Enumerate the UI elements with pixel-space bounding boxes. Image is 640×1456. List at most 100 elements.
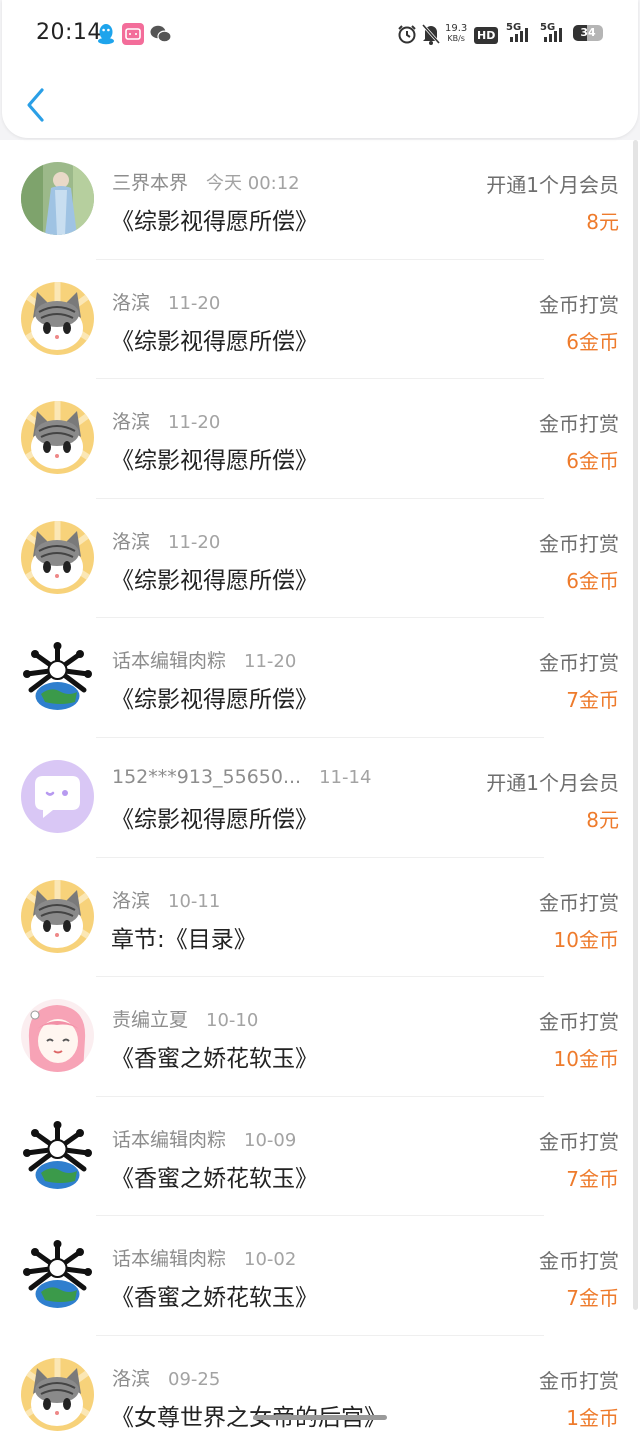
record-type: 金币打赏: [539, 1129, 619, 1154]
user-name-text: 话本编辑肉粽: [112, 1128, 227, 1151]
hd-badge: HD: [474, 24, 499, 44]
record-date: 今天 00:12: [206, 173, 300, 194]
user-name-text: 话本编辑肉粽: [112, 1248, 227, 1271]
user-name: 152***913_55650... 11-14: [112, 766, 371, 788]
record-date: 11-20: [244, 651, 297, 673]
list-item[interactable]: 洛滨 11-20 《综影视得愿所偿》 金币打赏 6金币: [0, 499, 640, 619]
record-list: 三界本界 今天 00:12 《综影视得愿所偿》 开通1个月会员 8元 洛滨 11-20 《综…: [0, 140, 640, 1456]
cat-avatar[interactable]: [21, 1357, 94, 1431]
book-title: 《综影视得愿所偿》: [111, 687, 318, 714]
user-name-text: 三界本界: [112, 172, 189, 194]
user-name: 洛滨 11-20: [112, 288, 220, 315]
record-date: 11-20: [168, 292, 221, 314]
record-type: 金币打赏: [539, 890, 619, 915]
user-name-text: 责编立夏: [112, 1009, 189, 1032]
record-type: 开通1个月会员: [486, 770, 619, 795]
user-name-text: 洛滨: [112, 1367, 151, 1390]
wechat-icon: [150, 24, 172, 48]
record-type: 金币打赏: [539, 1249, 619, 1274]
user-name: 三界本界 今天 00:12: [112, 168, 300, 195]
user-name-text: 洛滨: [112, 889, 151, 912]
alarm-icon: [397, 24, 417, 48]
record-type: 金币打赏: [539, 531, 619, 556]
record-type: 金币打赏: [539, 412, 619, 437]
book-title: 《综影视得愿所偿》: [111, 209, 318, 235]
back-button[interactable]: [22, 86, 50, 124]
book-title: 《香蜜之娇花软玉》: [111, 1285, 318, 1312]
record-date: 10-02: [244, 1249, 297, 1271]
book-title: 《综影视得愿所偿》: [111, 328, 318, 355]
record-date: 11-20: [168, 531, 221, 553]
list-item[interactable]: 三界本界 今天 00:12 《综影视得愿所偿》 开通1个月会员 8元: [0, 140, 640, 260]
signal-sim1-icon: 5G: [506, 22, 534, 48]
cat-avatar[interactable]: [21, 281, 94, 355]
status-bar: 20:14 19.3 KB/s HD 5G 5G 34: [0, 0, 640, 66]
record-amount: 10金币: [553, 1047, 619, 1072]
book-title: 章节:《目录》: [111, 926, 257, 953]
net-speed: 19.3 KB/s: [445, 23, 468, 44]
list-item[interactable]: 话本编辑肉粽 11-20 《综影视得愿所偿》 金币打赏 7金币: [0, 618, 640, 738]
globe-avatar[interactable]: [21, 1118, 94, 1192]
mute-bell-icon: [421, 23, 441, 49]
battery-icon: 34: [573, 25, 603, 45]
book-title: 《综影视得愿所偿》: [111, 806, 318, 833]
list-item[interactable]: 152***913_55650... 11-14 《综影视得愿所偿》 开通1个月会员 8…: [0, 738, 640, 858]
list-item[interactable]: 洛滨 11-20 《综影视得愿所偿》 金币打赏 6金币: [0, 379, 640, 499]
list-item[interactable]: 洛滨 10-11 章节:《目录》 金币打赏 10金币: [0, 858, 640, 978]
record-date: 11-20: [168, 412, 221, 434]
record-amount: 8元: [586, 210, 619, 234]
book-title: 《综影视得愿所偿》: [111, 567, 318, 594]
user-name: 话本编辑肉粽 11-20: [112, 646, 296, 673]
record-date: 09-25: [168, 1368, 221, 1390]
list-item[interactable]: 话本编辑肉粽 10-09 《香蜜之娇花软玉》 金币打赏 7金币: [0, 1097, 640, 1217]
record-amount: 1金币: [566, 1405, 619, 1430]
record-amount: 6金币: [566, 329, 619, 354]
record-date: 11-14: [319, 766, 372, 788]
user-name-text: 洛滨: [112, 411, 151, 434]
user-name: 责编立夏 10-10: [112, 1005, 258, 1032]
record-date: 10-09: [244, 1129, 297, 1151]
book-title: 《香蜜之娇花软玉》: [111, 1165, 318, 1192]
home-indicator[interactable]: [253, 1415, 387, 1420]
record-amount: 6金币: [566, 568, 619, 593]
user-name-text: 洛滨: [112, 291, 151, 314]
book-title: 《综影视得愿所偿》: [111, 448, 318, 475]
record-type: 金币打赏: [539, 1010, 619, 1035]
list-item[interactable]: 话本编辑肉粽 10-02 《香蜜之娇花软玉》 金币打赏 7金币: [0, 1216, 640, 1336]
user-name: 话本编辑肉粽 10-02: [112, 1244, 296, 1271]
cat-avatar[interactable]: [21, 520, 94, 594]
user-name: 洛滨 11-20: [112, 527, 220, 554]
signal-sim2-icon: 5G: [540, 22, 568, 48]
book-title: 《香蜜之娇花软玉》: [111, 1046, 318, 1073]
cat-avatar[interactable]: [21, 879, 94, 953]
list-item[interactable]: 责编立夏 10-10 《香蜜之娇花软玉》 金币打赏 10金币: [0, 977, 640, 1097]
record-date: 10-10: [206, 1010, 259, 1032]
record-amount: 10金币: [553, 927, 619, 952]
user-name: 洛滨 11-20: [112, 407, 220, 434]
record-amount: 8元: [586, 807, 619, 832]
status-time: 20:14: [36, 20, 102, 45]
anime-girl-avatar[interactable]: [21, 999, 94, 1073]
chat-bubble-avatar[interactable]: [21, 759, 94, 833]
user-name-text: 152***913_55650...: [112, 765, 302, 788]
list-item[interactable]: 洛滨 11-20 《综影视得愿所偿》 金币打赏 6金币: [0, 260, 640, 380]
record-type: 金币打赏: [539, 292, 619, 317]
bilibili-icon: [122, 23, 144, 49]
list-item[interactable]: 洛滨 09-25 《女尊世界之女帝的后宫》 金币打赏 1金币: [0, 1336, 640, 1456]
user-name-text: 话本编辑肉粽: [112, 650, 227, 673]
qq-icon: [96, 23, 116, 49]
user-name: 洛滨 10-11: [112, 886, 220, 913]
record-type: 金币打赏: [539, 1368, 619, 1393]
record-amount: 7金币: [566, 1286, 619, 1311]
chevron-left-icon: [27, 88, 44, 122]
portrait-avatar[interactable]: [21, 162, 94, 235]
user-name: 洛滨 09-25: [112, 1364, 220, 1391]
record-type: 开通1个月会员: [486, 173, 619, 197]
globe-avatar[interactable]: [21, 640, 94, 714]
record-amount: 6金币: [566, 449, 619, 474]
record-type: 金币打赏: [539, 651, 619, 676]
scrollbar-thumb[interactable]: [633, 140, 638, 1310]
globe-avatar[interactable]: [21, 1238, 94, 1312]
cat-avatar[interactable]: [21, 401, 94, 475]
record-amount: 7金币: [566, 688, 619, 713]
